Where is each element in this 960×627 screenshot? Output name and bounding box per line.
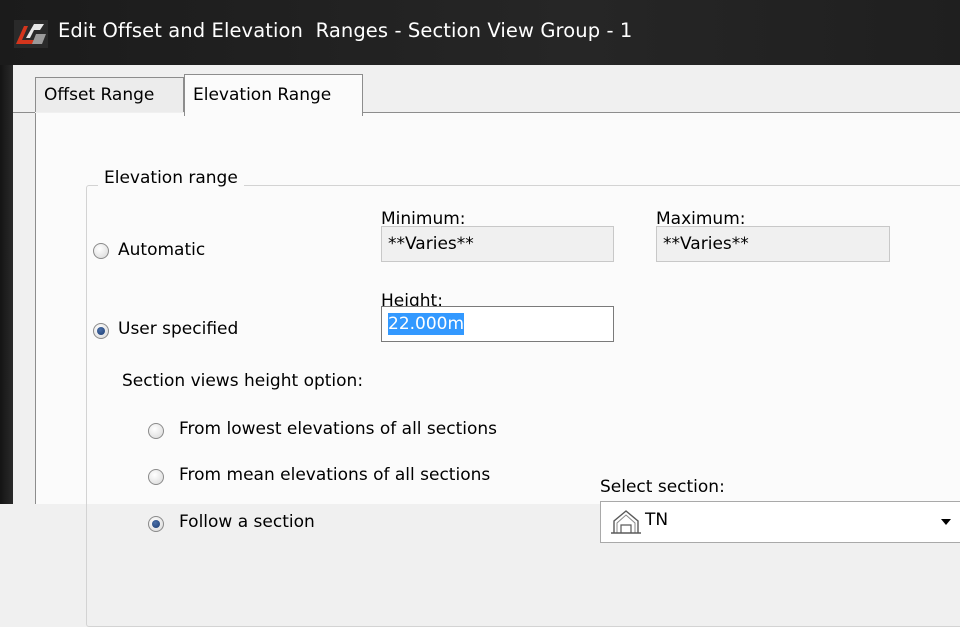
tab-strip-line [13,112,35,113]
automatic-radio[interactable] [93,243,109,259]
mean-elevations-label[interactable]: From mean elevations of all sections [179,465,490,485]
select-section-value: TN [645,510,669,530]
lowest-elevations-radio[interactable] [148,423,164,439]
title-bar: Edit Offset and Elevation Ranges - Secti… [0,0,960,65]
section-view-icon [611,510,641,534]
window-title: Edit Offset and Elevation Ranges - Secti… [58,19,633,42]
select-section-dropdown[interactable]: TN [600,501,960,543]
minimum-field: **Varies** [381,226,614,262]
dialog-body: Offset Range Elevation Range Elevation r… [13,65,960,627]
height-input[interactable]: 22.000m [381,306,614,342]
select-section-label: Select section: [600,477,725,497]
maximum-field: **Varies** [656,226,890,262]
height-option-label: Section views height option: [122,371,364,391]
lowest-elevations-label[interactable]: From lowest elevations of all sections [179,419,497,439]
mean-elevations-radio[interactable] [148,469,164,485]
elevation-range-group-label: Elevation range [98,168,244,188]
user-specified-label[interactable]: User specified [118,319,238,339]
window-border [0,65,13,504]
user-specified-radio[interactable] [93,323,109,339]
tab-offset-range[interactable]: Offset Range [35,77,184,112]
app-icon [14,20,48,48]
follow-section-label[interactable]: Follow a section [179,512,315,532]
automatic-label[interactable]: Automatic [118,240,205,260]
elevation-range-page: Elevation range Minimum: Maximum: Automa… [35,113,960,627]
height-value: 22.000m [388,313,465,335]
follow-section-radio[interactable] [148,516,164,532]
tab-elevation-range[interactable]: Elevation Range [184,74,363,116]
chevron-down-icon[interactable] [941,519,951,525]
